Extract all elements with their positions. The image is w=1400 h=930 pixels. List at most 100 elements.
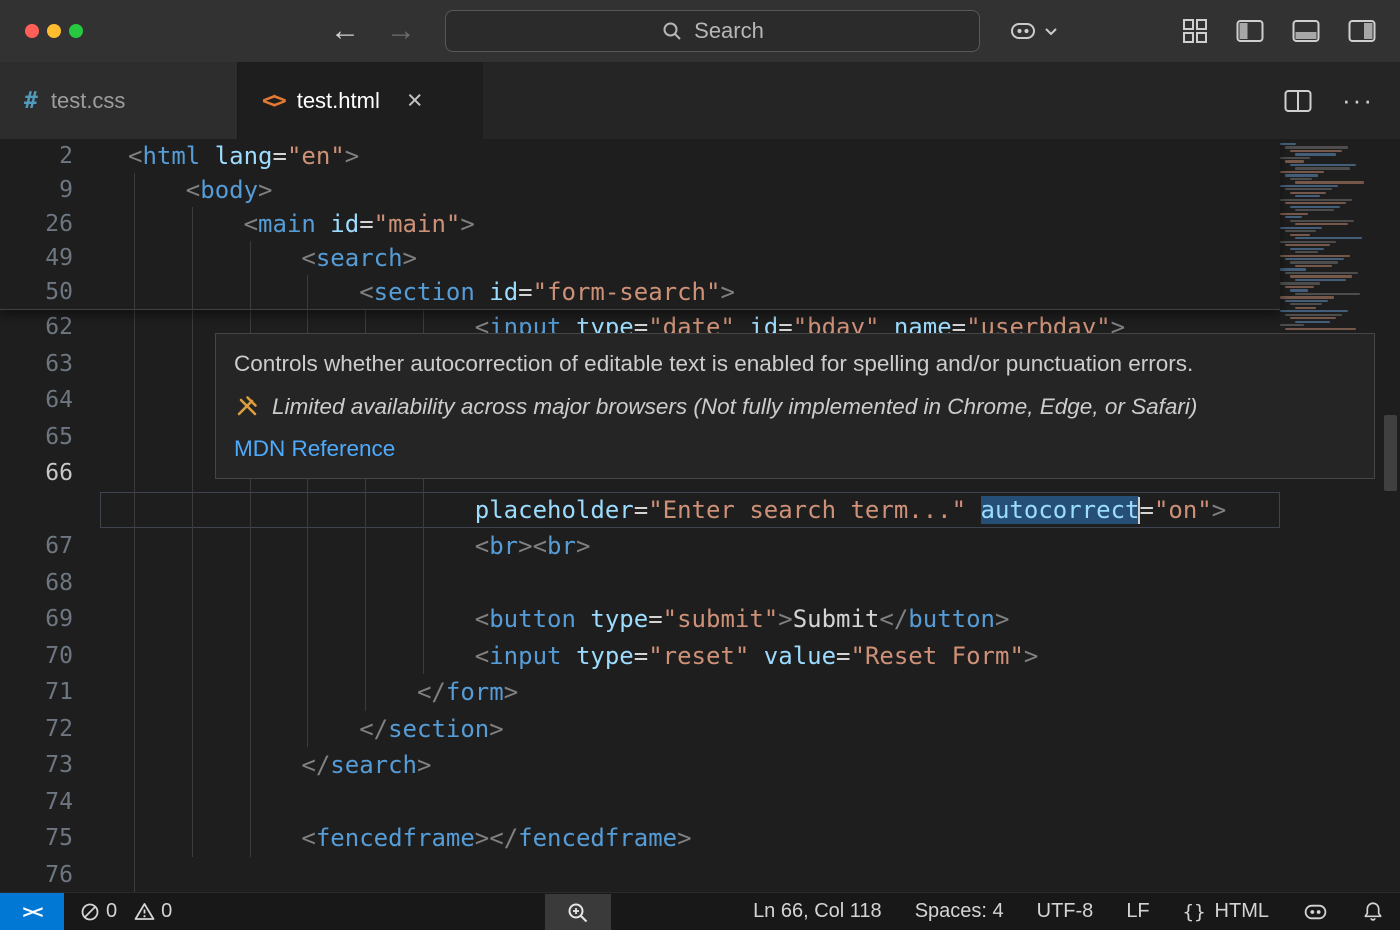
minimap-line — [1290, 192, 1326, 194]
command-center-search[interactable]: Search — [445, 10, 980, 52]
minimap-line — [1290, 234, 1310, 236]
copilot-status-icon[interactable] — [1302, 901, 1329, 923]
chevron-down-icon[interactable] — [1044, 26, 1058, 36]
line-number[interactable]: 76 — [0, 857, 100, 893]
tab-test-css[interactable]: # test.css — [0, 62, 238, 139]
vertical-scrollbar[interactable] — [1384, 415, 1397, 491]
close-window-button[interactable] — [25, 24, 39, 38]
line-number[interactable]: 73 — [0, 747, 100, 784]
code-token: type — [576, 642, 634, 670]
code-line-72[interactable]: 72 </section> — [0, 711, 1280, 748]
line-number[interactable]: 70 — [0, 638, 100, 675]
eol-status[interactable]: LF — [1126, 900, 1149, 923]
indent-guide — [301, 492, 359, 529]
toggle-secondary-sidebar-icon[interactable] — [1348, 19, 1376, 43]
code-token — [576, 605, 590, 633]
maximize-window-button[interactable] — [69, 24, 83, 38]
notifications-bell-icon[interactable] — [1362, 900, 1384, 923]
encoding-status[interactable]: UTF-8 — [1037, 900, 1094, 923]
cursor-position-status[interactable]: Ln 66, Col 118 — [753, 900, 882, 923]
minimap-line — [1285, 216, 1302, 218]
line-number[interactable]: 68 — [0, 565, 100, 602]
line-number[interactable]: 72 — [0, 711, 100, 748]
line-number[interactable]: 2 — [0, 139, 100, 173]
line-number[interactable]: 74 — [0, 784, 100, 821]
code-token: br — [489, 532, 518, 560]
code-content[interactable]: placeholder="Enter search term..." autoc… — [100, 492, 1280, 529]
line-number[interactable]: 64 — [0, 382, 100, 419]
code-content[interactable]: </section> — [100, 711, 1280, 748]
code-content[interactable]: <html lang="en"> — [100, 139, 1280, 173]
code-content[interactable]: <search> — [100, 241, 1280, 275]
code-line-9[interactable]: 9 <body> — [0, 173, 1280, 207]
code-line-73[interactable]: 73 </search> — [0, 747, 1280, 784]
close-tab-icon[interactable]: × — [407, 87, 423, 114]
line-number[interactable]: 62 — [0, 309, 100, 346]
line-number[interactable]: 9 — [0, 173, 100, 207]
mdn-reference-link[interactable]: MDN Reference — [234, 436, 1356, 462]
line-number[interactable]: 75 — [0, 820, 100, 857]
minimize-window-button[interactable] — [47, 24, 61, 38]
line-number[interactable]: 50 — [0, 275, 100, 309]
code-content[interactable]: <fencedframe></fencedframe> — [100, 820, 1280, 857]
indent-guide — [186, 674, 244, 711]
code-line-2[interactable]: 2<html lang="en"> — [0, 139, 1280, 173]
code-token: > — [677, 824, 691, 852]
code-line-68[interactable]: 68 — [0, 565, 1280, 602]
toggle-primary-sidebar-icon[interactable] — [1236, 19, 1264, 43]
split-editor-icon[interactable] — [1284, 89, 1312, 113]
line-number[interactable]: 49 — [0, 241, 100, 275]
toggle-panel-icon[interactable] — [1292, 19, 1320, 43]
line-number[interactable]: 65 — [0, 419, 100, 456]
code-line-50[interactable]: 50 <section id="form-search"> — [0, 275, 1280, 309]
line-number[interactable]: 71 — [0, 674, 100, 711]
line-number[interactable]: 63 — [0, 346, 100, 383]
code-line-67[interactable]: 67 <br><br> — [0, 528, 1280, 565]
copilot-icon[interactable] — [1008, 19, 1038, 43]
code-content[interactable]: </search> — [100, 747, 1280, 784]
code-line-69[interactable]: 69 <button type="submit">Submit</button> — [0, 601, 1280, 638]
code-line-wrap[interactable]: placeholder="Enter search term..." autoc… — [0, 492, 1280, 529]
line-number[interactable]: 66 — [0, 455, 100, 492]
code-content[interactable] — [100, 565, 1280, 602]
remote-indicator-button[interactable]: >< — [0, 893, 64, 930]
navigate-back-button[interactable]: ← — [330, 14, 360, 48]
minimap-line — [1280, 143, 1296, 145]
code-content[interactable]: <br><br> — [100, 528, 1280, 565]
code-content[interactable]: </form> — [100, 674, 1280, 711]
code-content[interactable]: <section id="form-search"> — [100, 275, 1280, 309]
code-token: > — [417, 751, 431, 779]
code-content[interactable] — [100, 857, 1280, 893]
code-line-74[interactable]: 74 — [0, 784, 1280, 821]
code-content[interactable]: <body> — [100, 173, 1280, 207]
problems-status[interactable]: 0 0 — [64, 900, 182, 923]
line-number[interactable]: 69 — [0, 601, 100, 638]
code-content[interactable] — [100, 784, 1280, 821]
line-number[interactable]: 67 — [0, 528, 100, 565]
status-bar: >< 0 0 Ln 66, Col 118 Spaces: 4 UTF-8 LF… — [0, 892, 1400, 930]
code-content[interactable]: <input type="reset" value="Reset Form"> — [100, 638, 1280, 675]
code-content[interactable]: <main id="main"> — [100, 207, 1280, 241]
code-line-71[interactable]: 71 </form> — [0, 674, 1280, 711]
language-mode-status[interactable]: {} HTML — [1183, 900, 1269, 923]
tab-test-html[interactable]: <> test.html × — [238, 62, 483, 139]
minimap-line — [1280, 255, 1350, 257]
minimap[interactable] — [1280, 143, 1375, 331]
code-line-26[interactable]: 26 <main id="main"> — [0, 207, 1280, 241]
code-line-75[interactable]: 75 <fencedframe></fencedframe> — [0, 820, 1280, 857]
code-line-49[interactable]: 49 <search> — [0, 241, 1280, 275]
zoom-indicator-button[interactable] — [545, 894, 611, 930]
code-line-70[interactable]: 70 <input type="reset" value="Reset Form… — [0, 638, 1280, 675]
customize-layout-icon[interactable] — [1182, 18, 1208, 44]
sticky-scroll[interactable]: 2<html lang="en">9 <body>26 <main id="ma… — [0, 139, 1280, 310]
indent-guide — [244, 820, 302, 857]
minimap-line — [1285, 174, 1318, 176]
more-actions-icon[interactable]: ··· — [1342, 85, 1374, 116]
indentation-status[interactable]: Spaces: 4 — [915, 900, 1004, 923]
navigate-forward-button[interactable]: → — [386, 14, 416, 48]
line-number[interactable]: 26 — [0, 207, 100, 241]
code-editor[interactable]: 62 <input type="date" id="bday" name="us… — [0, 139, 1400, 892]
code-line-76[interactable]: 76 — [0, 857, 1280, 893]
code-content[interactable]: <button type="submit">Submit</button> — [100, 601, 1280, 638]
line-number[interactable] — [0, 492, 100, 529]
